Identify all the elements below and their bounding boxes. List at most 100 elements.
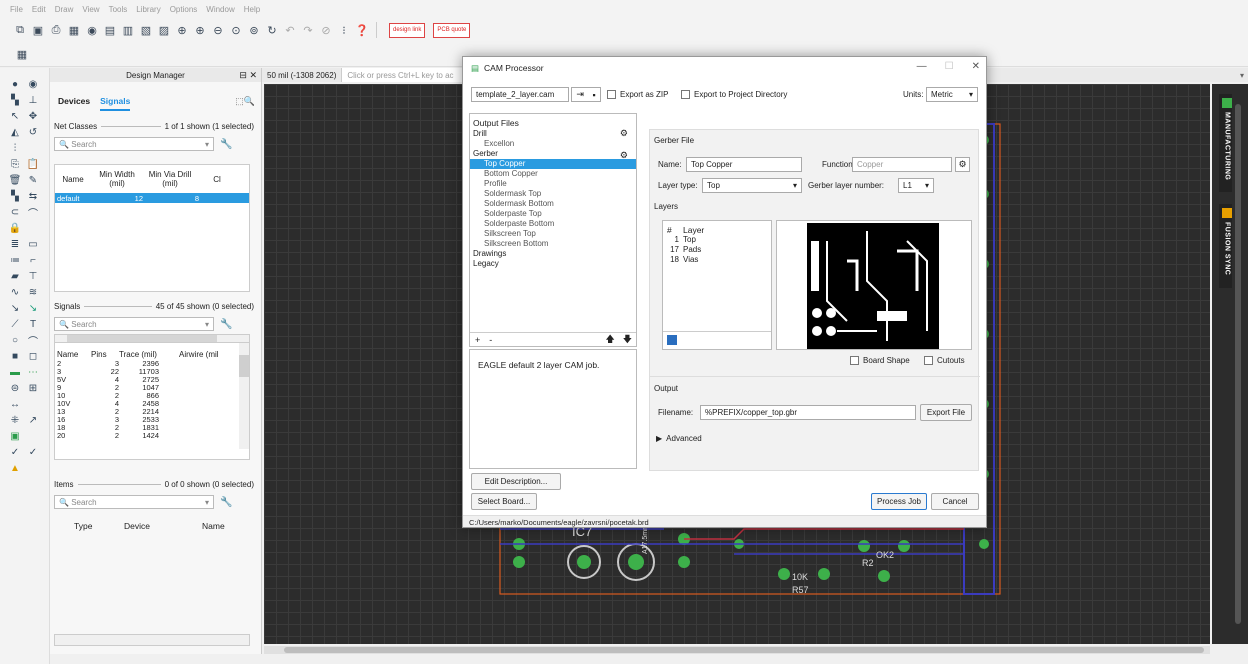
design-link-button[interactable]: design link xyxy=(389,22,426,38)
edit-description-button[interactable]: Edit Description... xyxy=(471,473,561,490)
board-shape-checkbox[interactable] xyxy=(850,356,859,365)
advanced-toggle[interactable]: ▶ Advanced xyxy=(656,434,702,443)
ripup-icon[interactable]: ↘ xyxy=(26,302,40,314)
arc-icon[interactable]: ⌒ xyxy=(26,334,40,348)
menu-options[interactable]: Options xyxy=(170,5,198,14)
tree-item[interactable]: Drill xyxy=(470,129,636,139)
attribute-icon[interactable]: ⊞ xyxy=(26,382,40,394)
group-icon[interactable]: ⊂ xyxy=(8,206,22,218)
cam-icon[interactable]: ▦ xyxy=(66,22,82,38)
warning-icon[interactable]: ▲ xyxy=(8,462,22,474)
tree-item[interactable]: Silkscreen Top xyxy=(470,229,636,239)
ratsnest-icon[interactable]: ⁜ xyxy=(8,414,22,426)
replace-icon[interactable]: ⇆ xyxy=(26,190,40,202)
tree-item[interactable]: Soldermask Bottom xyxy=(470,199,636,209)
edit-icon[interactable]: ✎ xyxy=(26,174,40,186)
menu-help[interactable]: Help xyxy=(244,5,260,14)
meander-icon[interactable]: ∿ xyxy=(8,286,22,298)
gerber-layer-select[interactable]: L1 ▾ xyxy=(898,178,934,193)
close-icon[interactable]: ✕ xyxy=(972,61,980,72)
tree-item[interactable]: Drawings xyxy=(470,249,636,259)
signals-search-input[interactable]: 🔍 Search ▾ xyxy=(54,317,214,331)
add-icon[interactable]: ▚ xyxy=(8,190,22,202)
open-icon[interactable]: ⧉ xyxy=(12,22,28,38)
layer-row[interactable]: 17 Pads xyxy=(663,245,771,255)
circle-icon[interactable]: ○ xyxy=(8,334,22,346)
zoom-out-icon[interactable]: ⊖ xyxy=(210,22,226,38)
filter-icon[interactable]: ⬚🔍 xyxy=(235,96,255,107)
tree-item[interactable]: Silkscreen Bottom xyxy=(470,239,636,249)
script-icon[interactable]: ▧ xyxy=(138,22,154,38)
drc-icon[interactable]: ▣ xyxy=(8,430,22,442)
gear-icon[interactable]: ⚙ xyxy=(955,157,970,172)
move-down-icon[interactable]: 🡇 xyxy=(619,332,636,348)
remove-button[interactable]: - xyxy=(485,335,496,345)
route-icon[interactable]: ↘ xyxy=(8,302,22,314)
help-icon[interactable]: ❓ xyxy=(354,22,370,38)
wrench-icon[interactable]: 🔧 xyxy=(220,139,232,150)
net-classes-search-input[interactable]: 🔍 Search ▾ xyxy=(54,137,214,151)
export-zip-option[interactable]: Export as ZIP xyxy=(607,90,668,99)
rotate-icon[interactable]: ◭ xyxy=(8,126,22,138)
tab-devices[interactable]: Devices xyxy=(58,96,90,111)
chevron-down-icon[interactable]: ▾ xyxy=(1240,71,1244,80)
library-icon[interactable]: ▥ xyxy=(120,22,136,38)
name-input[interactable]: Top Copper xyxy=(686,157,802,172)
mirror-icon[interactable]: ≔ xyxy=(8,254,22,266)
chevron-down-icon[interactable]: ▾ xyxy=(205,140,209,149)
miter-icon[interactable]: ⌐ xyxy=(26,254,40,266)
via-icon[interactable]: ▬ xyxy=(8,366,22,378)
tree-item[interactable]: Bottom Copper xyxy=(470,169,636,179)
align-icon[interactable]: ⫶ xyxy=(8,142,22,154)
grid-icon[interactable]: ▦ xyxy=(14,46,30,62)
board-icon[interactable]: ◉ xyxy=(84,22,100,38)
board-shape-option[interactable]: Board Shape xyxy=(850,356,910,365)
tree-item[interactable]: Solderpaste Top xyxy=(470,209,636,219)
layer-row[interactable]: 18 Vias xyxy=(663,255,771,265)
wrench-icon[interactable]: 🔧 xyxy=(220,497,232,508)
export-zip-checkbox[interactable] xyxy=(607,90,616,99)
layer-select-icon[interactable] xyxy=(667,335,677,345)
info-icon[interactable]: ● xyxy=(8,78,22,90)
menu-draw[interactable]: Draw xyxy=(55,5,74,14)
mark-icon[interactable]: ⊥ xyxy=(26,94,40,106)
vertical-scrollbar[interactable] xyxy=(239,343,249,449)
tree-item[interactable]: Gerber xyxy=(470,149,636,159)
display-icon[interactable]: ▚ xyxy=(8,94,22,106)
layer-type-select[interactable]: Top ▾ xyxy=(702,178,802,193)
autorouter-icon[interactable]: ↗ xyxy=(26,414,40,426)
export-project-option[interactable]: Export to Project Directory xyxy=(681,90,787,99)
menu-library[interactable]: Library xyxy=(136,5,160,14)
split-icon[interactable]: ⌒ xyxy=(26,206,40,220)
slice-icon[interactable]: ▰ xyxy=(8,270,22,282)
undo-tool-icon[interactable]: ↺ xyxy=(26,126,40,138)
signal-icon[interactable]: ⋯ xyxy=(26,366,40,378)
move-up-icon[interactable]: 🡅 xyxy=(601,332,618,348)
zoom-select-icon[interactable]: ⊙ xyxy=(228,22,244,38)
rect-icon[interactable]: ■ xyxy=(8,350,22,362)
zoom-last-icon[interactable]: ⊚ xyxy=(246,22,262,38)
drag-icon[interactable]: ✥ xyxy=(26,110,40,122)
menu-file[interactable]: File xyxy=(10,5,23,14)
cam-file-field[interactable]: template_2_layer.cam xyxy=(471,87,569,102)
show-icon[interactable]: ◉ xyxy=(26,78,40,90)
units-select[interactable]: Metric ▾ xyxy=(926,87,978,102)
ulp-icon[interactable]: ▨ xyxy=(156,22,172,38)
function-input[interactable]: Copper xyxy=(852,157,952,172)
paste-icon[interactable]: 📋 xyxy=(26,158,40,170)
delete-icon[interactable]: 🗑 xyxy=(8,174,22,186)
tree-item[interactable]: Solderpaste Bottom xyxy=(470,219,636,229)
filename-input[interactable]: %PREFIX/copper_top.gbr xyxy=(700,405,916,420)
lock-icon[interactable]: 🔒 xyxy=(8,222,22,234)
maximize-icon[interactable]: ☐ xyxy=(945,61,954,72)
select-board-button[interactable]: Select Board... xyxy=(471,493,537,510)
undo-icon[interactable]: ↶ xyxy=(282,22,298,38)
horizontal-scrollbar[interactable] xyxy=(54,634,250,646)
table-row[interactable]: default 12 8 xyxy=(55,193,249,203)
erc2-icon[interactable]: ✓ xyxy=(26,446,40,458)
redraw-icon[interactable]: ↻ xyxy=(264,22,280,38)
wire-icon[interactable]: ⟋ xyxy=(8,318,22,330)
save-icon[interactable]: ▣ xyxy=(30,22,46,38)
menu-tools[interactable]: Tools xyxy=(109,5,128,14)
optimize-icon[interactable]: ⊤ xyxy=(26,270,40,282)
